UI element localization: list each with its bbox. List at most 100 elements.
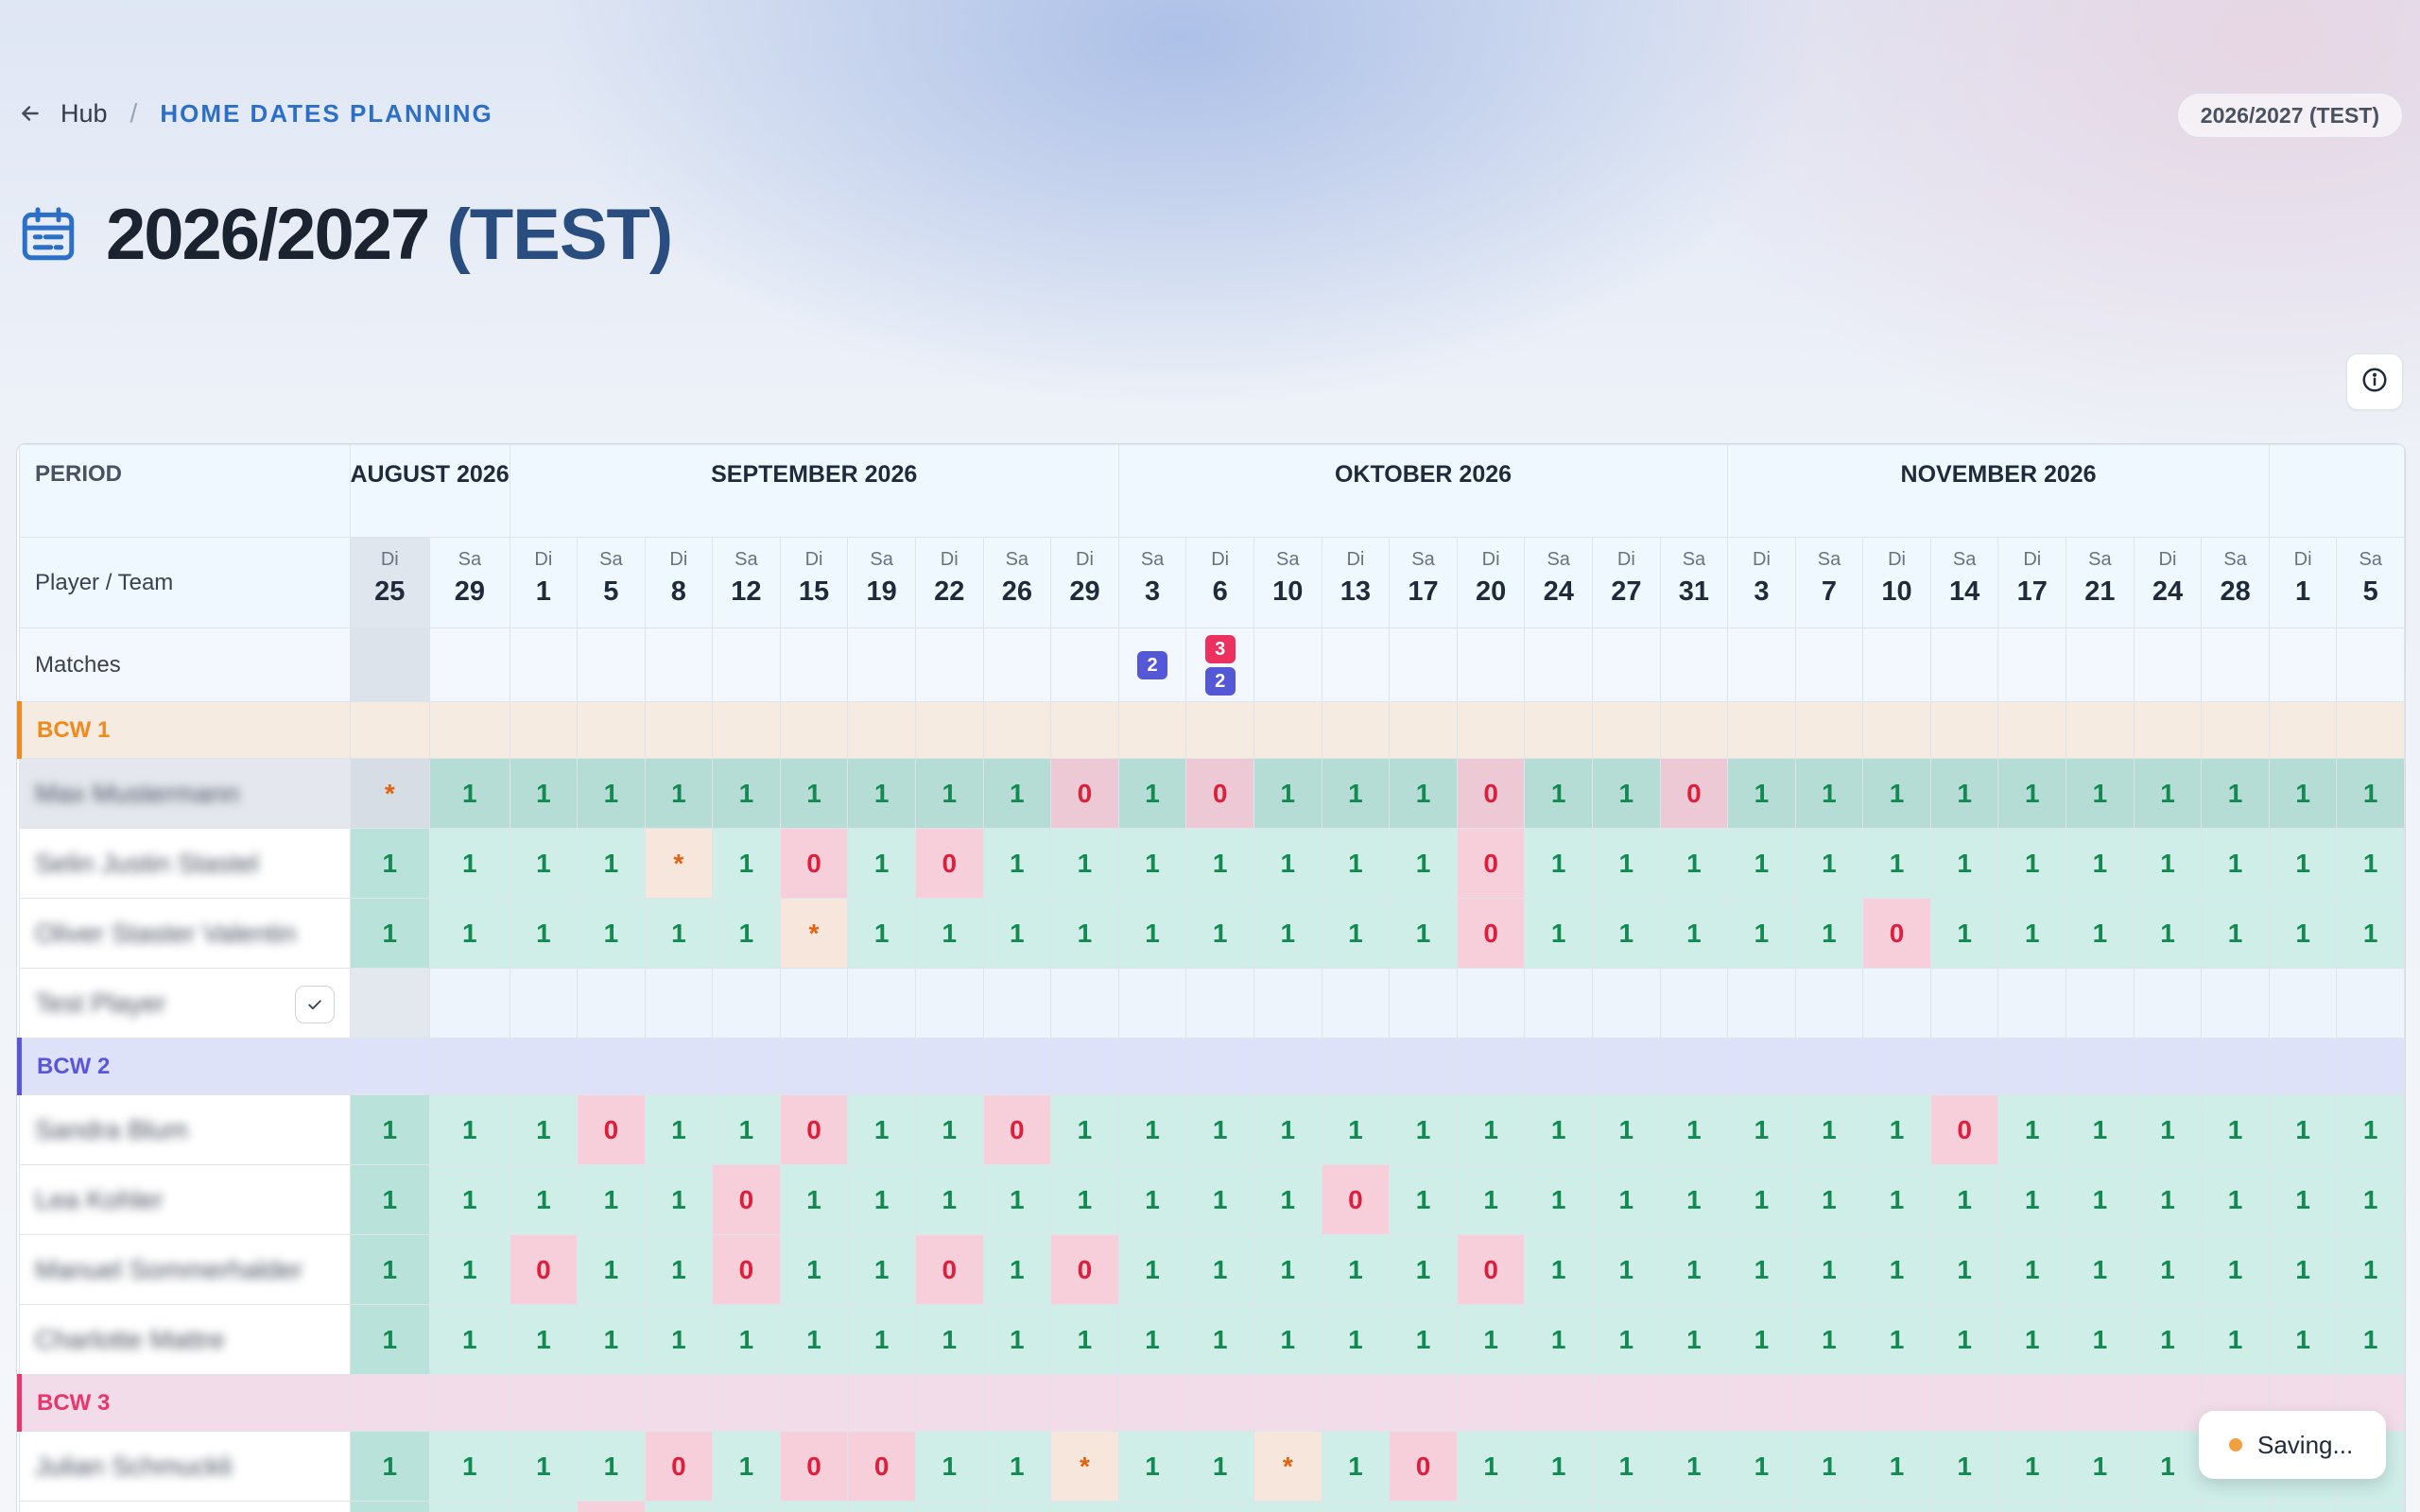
- availability-cell[interactable]: 1: [1456, 1501, 1526, 1512]
- availability-cell[interactable]: 1: [2336, 1304, 2405, 1375]
- availability-cell[interactable]: 1: [1727, 828, 1796, 899]
- availability-cell[interactable]: 1: [1117, 1234, 1187, 1305]
- availability-cell[interactable]: 1: [1997, 1304, 2067, 1375]
- availability-cell[interactable]: 1: [1389, 1234, 1458, 1305]
- date-header[interactable]: Sa 5: [577, 537, 646, 628]
- availability-cell[interactable]: 1: [1389, 1304, 1458, 1375]
- availability-cell[interactable]: 1: [847, 758, 916, 829]
- availability-cell[interactable]: 1: [914, 1501, 984, 1512]
- availability-cell[interactable]: 1: [644, 1501, 714, 1512]
- availability-cell[interactable]: 1: [2201, 1501, 2270, 1512]
- availability-cell[interactable]: 1: [1727, 758, 1796, 829]
- availability-cell[interactable]: 1: [1592, 1234, 1661, 1305]
- availability-cell[interactable]: 1: [509, 758, 579, 829]
- availability-cell[interactable]: 1: [1117, 1164, 1187, 1235]
- availability-cell[interactable]: 1: [1117, 1304, 1187, 1375]
- availability-cell[interactable]: 1: [1321, 1501, 1391, 1512]
- availability-cell[interactable]: 1: [1727, 1164, 1796, 1235]
- availability-cell[interactable]: [1389, 968, 1458, 1039]
- availability-cell[interactable]: 1: [847, 1234, 916, 1305]
- availability-cell[interactable]: 1: [1659, 898, 1729, 969]
- availability-cell[interactable]: 0: [914, 1234, 984, 1305]
- availability-cell[interactable]: 1: [1253, 1234, 1322, 1305]
- availability-cell[interactable]: 1: [712, 1094, 781, 1165]
- availability-cell[interactable]: 1: [2066, 1234, 2135, 1305]
- availability-cell[interactable]: 1: [1727, 1234, 1796, 1305]
- availability-cell[interactable]: 0: [1456, 828, 1526, 899]
- availability-cell[interactable]: 1: [2066, 1094, 2135, 1165]
- availability-cell[interactable]: 1: [1185, 898, 1254, 969]
- availability-cell[interactable]: 1: [1659, 1234, 1729, 1305]
- availability-cell[interactable]: 1: [2336, 1094, 2405, 1165]
- player-cell[interactable]: Lea Kohler: [19, 1164, 351, 1235]
- availability-cell[interactable]: 1: [914, 898, 984, 969]
- availability-cell[interactable]: 1: [1117, 898, 1187, 969]
- availability-cell[interactable]: 1: [1997, 898, 2067, 969]
- availability-cell[interactable]: 1: [429, 1501, 510, 1512]
- availability-cell[interactable]: 1: [982, 758, 1052, 829]
- availability-cell[interactable]: 1: [2066, 1304, 2135, 1375]
- availability-cell[interactable]: 1: [349, 1431, 431, 1502]
- availability-cell[interactable]: 1: [2201, 898, 2270, 969]
- date-header[interactable]: Sa 3: [1117, 537, 1187, 628]
- hub-link[interactable]: Hub: [60, 99, 108, 129]
- date-header[interactable]: Di 25: [349, 537, 431, 628]
- availability-cell[interactable]: 1: [2133, 828, 2203, 899]
- availability-cell[interactable]: 1: [577, 898, 646, 969]
- availability-cell[interactable]: 1: [1321, 828, 1391, 899]
- availability-cell[interactable]: *: [1050, 1431, 1119, 1502]
- season-badge[interactable]: 2026/2027 (TEST): [2176, 93, 2403, 138]
- player-cell[interactable]: Player: [19, 1501, 351, 1512]
- availability-cell[interactable]: 0: [1659, 758, 1729, 829]
- availability-cell[interactable]: [2268, 968, 2338, 1039]
- availability-cell[interactable]: 1: [1592, 758, 1661, 829]
- availability-cell[interactable]: 1: [1524, 1304, 1594, 1375]
- date-header[interactable]: Sa 29: [429, 537, 510, 628]
- availability-cell[interactable]: 1: [1117, 828, 1187, 899]
- availability-cell[interactable]: 1: [2336, 1234, 2405, 1305]
- availability-cell[interactable]: 1: [1050, 1304, 1119, 1375]
- availability-cell[interactable]: [1862, 968, 1931, 1039]
- availability-cell[interactable]: 1: [914, 1431, 984, 1502]
- availability-cell[interactable]: 1: [1321, 1094, 1391, 1165]
- availability-cell[interactable]: 1: [1253, 1304, 1322, 1375]
- availability-cell[interactable]: 1: [1929, 1164, 1999, 1235]
- availability-cell[interactable]: 1: [847, 1501, 916, 1512]
- availability-cell[interactable]: 1: [1592, 828, 1661, 899]
- availability-cell[interactable]: 1: [1727, 1304, 1796, 1375]
- availability-cell[interactable]: 1: [1659, 1094, 1729, 1165]
- availability-cell[interactable]: [847, 968, 916, 1039]
- availability-cell[interactable]: 1: [1862, 1431, 1931, 1502]
- availability-cell[interactable]: 1: [349, 1501, 431, 1512]
- availability-cell[interactable]: 1: [1253, 1164, 1322, 1235]
- availability-cell[interactable]: [2201, 968, 2270, 1039]
- date-header[interactable]: Di 8: [644, 537, 714, 628]
- availability-cell[interactable]: 1: [1929, 1304, 1999, 1375]
- availability-cell[interactable]: 1: [982, 1304, 1052, 1375]
- availability-cell[interactable]: 1: [847, 1094, 916, 1165]
- availability-cell[interactable]: [1321, 968, 1391, 1039]
- availability-cell[interactable]: 1: [2066, 758, 2135, 829]
- availability-cell[interactable]: 1: [1050, 1094, 1119, 1165]
- availability-cell[interactable]: [1727, 968, 1796, 1039]
- availability-cell[interactable]: 1: [1389, 828, 1458, 899]
- availability-cell[interactable]: *: [349, 758, 431, 829]
- availability-cell[interactable]: 1: [644, 1094, 714, 1165]
- availability-cell[interactable]: 1: [914, 1304, 984, 1375]
- availability-cell[interactable]: 1: [1862, 1304, 1931, 1375]
- availability-cell[interactable]: 1: [1794, 1431, 1864, 1502]
- availability-cell[interactable]: [914, 968, 984, 1039]
- availability-cell[interactable]: 1: [982, 828, 1052, 899]
- availability-cell[interactable]: 1: [1659, 1164, 1729, 1235]
- availability-cell[interactable]: 1: [2336, 898, 2405, 969]
- availability-cell[interactable]: 1: [1524, 1431, 1594, 1502]
- availability-cell[interactable]: [1253, 968, 1322, 1039]
- availability-cell[interactable]: 1: [982, 1501, 1052, 1512]
- availability-cell[interactable]: 1: [429, 1234, 510, 1305]
- availability-cell[interactable]: 1: [429, 1094, 510, 1165]
- availability-cell[interactable]: 0: [779, 1094, 849, 1165]
- availability-cell[interactable]: 1: [1524, 758, 1594, 829]
- availability-cell[interactable]: 1: [349, 828, 431, 899]
- availability-cell[interactable]: 0: [1050, 1234, 1119, 1305]
- availability-cell[interactable]: 1: [982, 1234, 1052, 1305]
